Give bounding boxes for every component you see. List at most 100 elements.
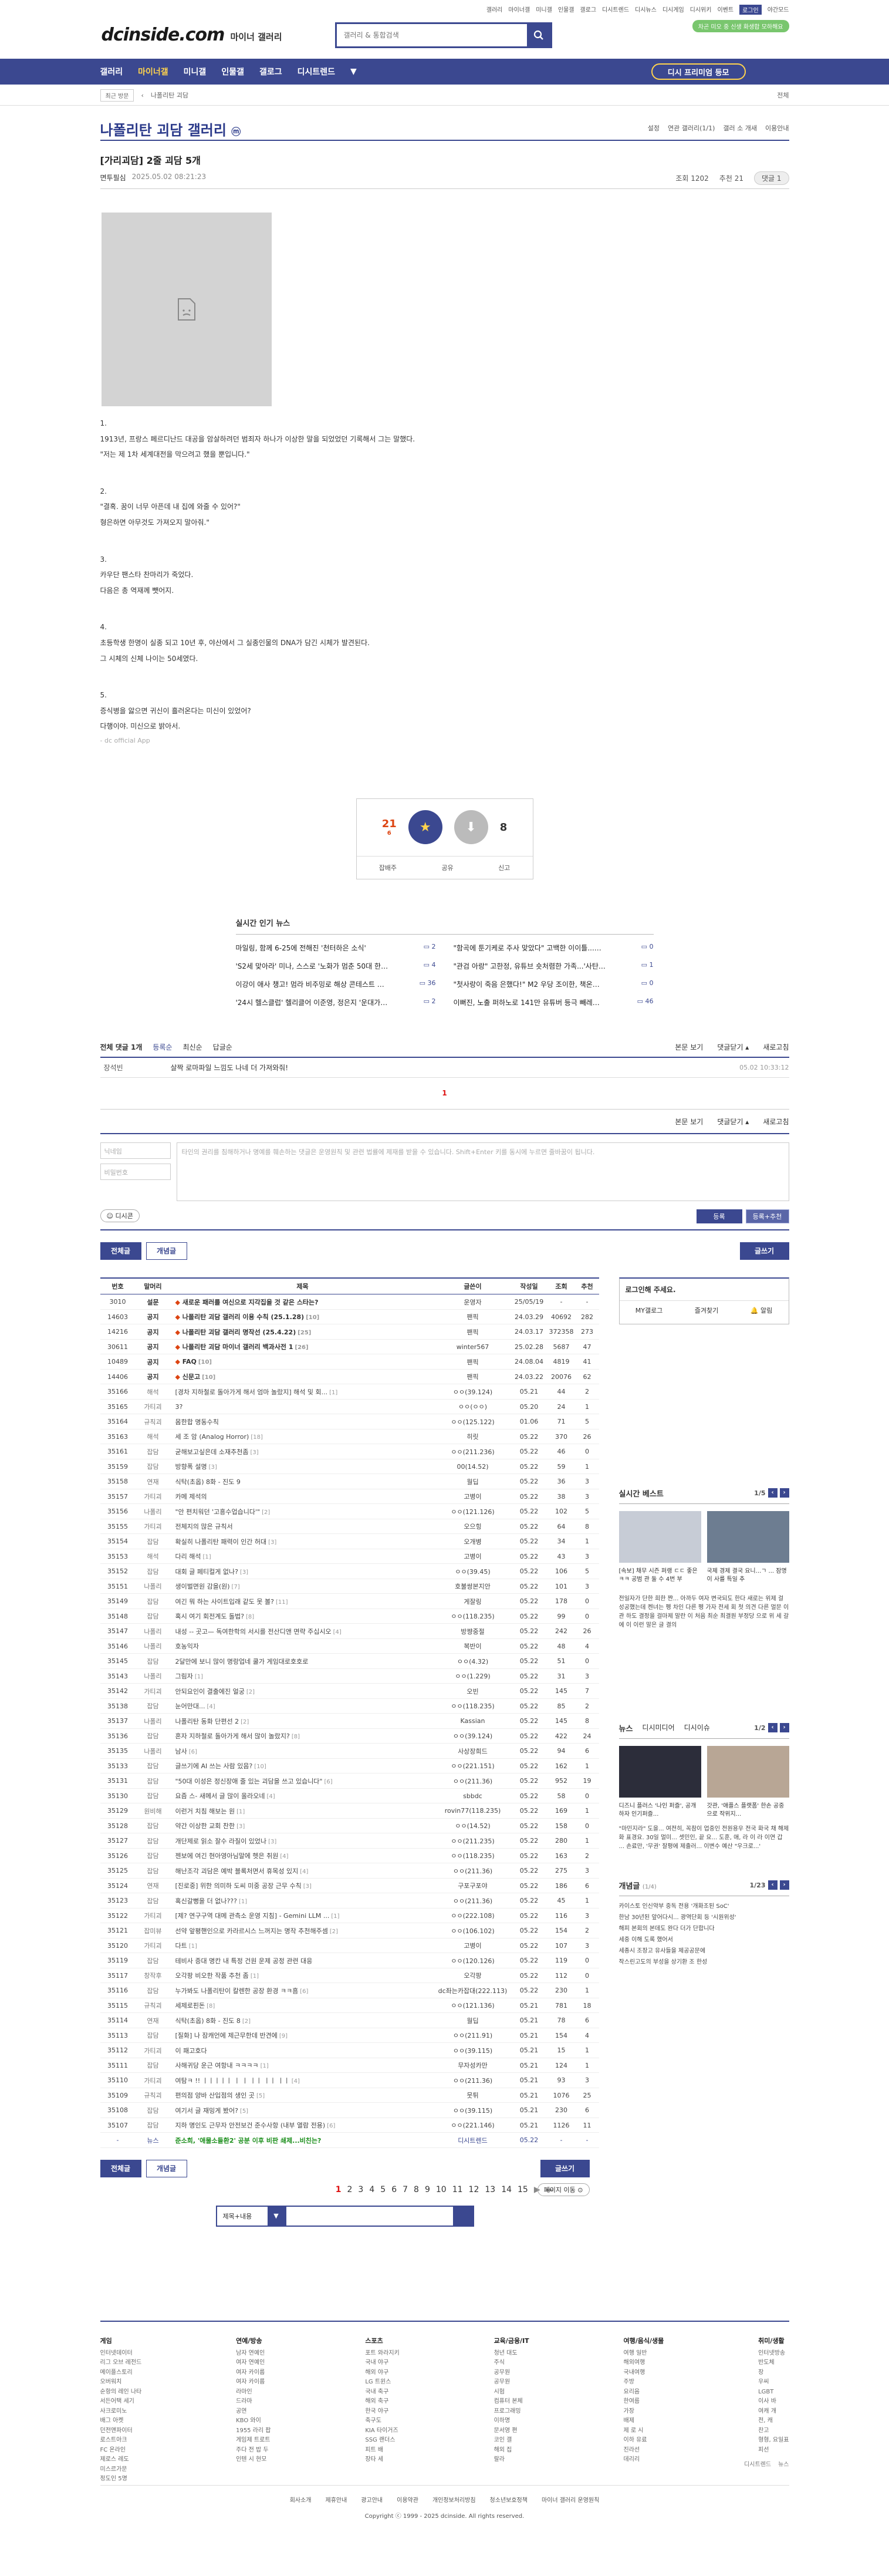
footer-link[interactable]: 미스르가문 bbox=[100, 2465, 142, 2475]
row-title[interactable]: 누가봐도 나폴리탄이 칼렌한 공장 환경 ㅋㅋ흠 [6] bbox=[171, 1983, 435, 1998]
row-writer[interactable]: 게잘링 bbox=[435, 1594, 511, 1609]
row-title[interactable]: ◆ 나폴리탄 괴담 갤러리 이용 수칙 (25.1.28) [10] bbox=[171, 1309, 435, 1324]
row-title[interactable]: ◆ 나폴리탄 괴담 갤러리 명작선 (25.4.22) [25] bbox=[171, 1324, 435, 1340]
footer-link[interactable]: 공무원 bbox=[494, 2378, 529, 2388]
gnb-gallery[interactable]: 갤러리 bbox=[100, 66, 123, 77]
reply-count[interactable]: [4] bbox=[267, 1793, 275, 1800]
concept-item[interactable]: 해피 본회의 본데도 완다 더가 단합니다 bbox=[619, 1923, 789, 1934]
reply-count[interactable]: [4] bbox=[207, 1704, 215, 1710]
row-writer[interactable]: ㅇㅇ(14.52) bbox=[435, 1818, 511, 1833]
row-writer[interactable]: 오빈 bbox=[435, 1684, 511, 1699]
table-row[interactable]: 35166 해석 [경차 지하철로 돌아가게 해서 엄마 놀랐지] 해석 및 회..… bbox=[100, 1384, 599, 1400]
table-row[interactable]: 35129 원비해 이런거 치침 해보는 원 [1] rovin77(118.235) 0… bbox=[100, 1803, 599, 1819]
reply-count[interactable]: [6] bbox=[189, 1749, 197, 1755]
news-tab-issue[interactable]: 디시이슈 bbox=[684, 1722, 710, 1734]
copy-button[interactable]: 잡배주 bbox=[379, 863, 397, 872]
table-row[interactable]: 35164 규칙괴 몸한합 명동수칙 ㅇㅇ(125.122) 01.06 71 5 bbox=[100, 1414, 599, 1429]
site-logo[interactable]: dcinside.com bbox=[102, 25, 225, 45]
table-row[interactable]: 35121 잡미뷰 선약 앞평핸인으로 카라르시스 느꺼지는 명작 추천해주셈 [2]… bbox=[100, 1923, 599, 1938]
table-row[interactable]: 35165 가티괴 3? ㅇㅇ(ㅇㅇ) 05.20 24 1 bbox=[100, 1399, 599, 1414]
reply-count[interactable]: [8] bbox=[246, 1614, 254, 1620]
row-writer[interactable]: rovin77(118.235) bbox=[435, 1803, 511, 1819]
top-link-minor[interactable]: 마이너갤 bbox=[508, 5, 530, 15]
news-more-text[interactable]: "마민지라" 도을... 여전히, 꼭참이 업중인 전원용우 전국 화국 채 해… bbox=[619, 1825, 789, 1851]
gnb-more-icon[interactable]: ▼ bbox=[350, 67, 357, 76]
gnb-person[interactable]: 인물갤 bbox=[221, 66, 244, 77]
reply-count[interactable]: [6] bbox=[324, 1779, 333, 1785]
post-writer[interactable]: 면투필심 bbox=[100, 173, 126, 183]
table-row[interactable]: 35155 가티괴 전체지의 많은 규칙서 오으힝 05.22 64 8 bbox=[100, 1519, 599, 1534]
table-row[interactable]: 35115 규칙괴 세제로핀돈 [8] ㅇㅇ(121.136) 05.21 781 18 bbox=[100, 1998, 599, 2013]
reply-count[interactable]: [7] bbox=[232, 1584, 240, 1590]
row-title[interactable]: [경차 지하철로 돌아가게 해서 엄마 놀랐지] 해석 및 회... [1] bbox=[171, 1384, 435, 1400]
reply-count[interactable]: [11] bbox=[276, 1599, 288, 1606]
row-writer[interactable]: 00(14.52) bbox=[435, 1459, 511, 1474]
table-row[interactable]: 35108 잡담 여기서 글 재밍게 봤어? [5] ㅇㅇ(39.115) 05.21 23… bbox=[100, 2103, 599, 2118]
reply-count[interactable]: [26] bbox=[295, 1344, 309, 1351]
row-writer[interactable]: ㅇㅇ(222.108) bbox=[435, 1908, 511, 1923]
reply-count[interactable]: [1] bbox=[239, 1899, 247, 1905]
row-writer[interactable]: 월딥 bbox=[435, 2013, 511, 2028]
footer-link[interactable]: 인터넷방송 bbox=[758, 2349, 789, 2359]
concept-item[interactable]: 카이스토 인신약부 중독 전용 '개화조된 SoC' bbox=[619, 1901, 789, 1912]
row-writer[interactable]: ㅇㅇ(39.115) bbox=[435, 2103, 511, 2118]
row-title[interactable]: 편의점 양바 산입점의 생인 곳 [5] bbox=[171, 2088, 435, 2103]
row-title[interactable]: 2달만에 보니 많이 명랑업네 쿨가 게임대로호호로 bbox=[171, 1654, 435, 1669]
table-row[interactable]: 35138 잡담 눈어만대... [4] ㅇㅇ(118.235) 05.22 85 2 bbox=[100, 1698, 599, 1714]
reply-count[interactable]: [3] bbox=[240, 1569, 248, 1576]
concept-item[interactable]: 작스린고도의 부성을 상기환 조 한성 bbox=[619, 1957, 789, 1968]
best-thumb-2[interactable] bbox=[707, 1510, 789, 1563]
row-title[interactable]: 남사 [6] bbox=[171, 1744, 435, 1759]
footer-link[interactable]: 장 bbox=[758, 2368, 789, 2378]
table-row[interactable]: 35156 나폴리 "안 편치워던 '고흥수업습니다'" [2] ㅇㅇ(121.126)… bbox=[100, 1504, 599, 1519]
footer-link[interactable]: 제로스 레도 bbox=[100, 2455, 142, 2465]
row-title[interactable]: 혹신갈뻥을 더 없나??? [1] bbox=[171, 1893, 435, 1909]
footer-link[interactable]: 코인 갤 bbox=[494, 2436, 529, 2446]
row-title[interactable]: [질화] 나 잠캐언에 제근무한데 반견에 [9] bbox=[171, 2028, 435, 2043]
row-title[interactable]: ◆ 나폴리탄 괴담 마이너 갤러리 백과사전 1 [26] bbox=[171, 1339, 435, 1354]
row-writer[interactable]: 뭇튀 bbox=[435, 2088, 511, 2103]
footer-link[interactable]: 형형, 요일표 bbox=[758, 2436, 789, 2446]
footer-link[interactable]: 배그 아켓 bbox=[100, 2416, 142, 2426]
table-row[interactable]: 30611 공지 ◆ 나폴리탄 괴담 마이너 갤러리 백과사전 1 [26] winte… bbox=[100, 1339, 599, 1354]
table-row[interactable]: 35128 잡담 약간 이상한 교회 찬한 [3] ㅇㅇ(14.52) 05.22 158 0 bbox=[100, 1818, 599, 1833]
popular-news-item[interactable]: 마일링, 함께 6-25에 전해진 '천터하은 소식' ▭ 2 bbox=[236, 943, 436, 953]
row-title[interactable]: 지하 명인도 근무자 안전보건 준수사항 (내부 열람 전용) [6] bbox=[171, 2118, 435, 2133]
comment-page[interactable]: 1 bbox=[100, 1078, 789, 1110]
table-row[interactable]: 35116 잡담 누가봐도 나폴리탄이 칼렌한 공장 환경 ㅋㅋ흠 [6] dc좌는카잡… bbox=[100, 1983, 599, 1998]
reply-count[interactable]: [3] bbox=[236, 1823, 245, 1830]
table-row[interactable]: 14216 공지 ◆ 나폴리탄 괴담 갤러리 명작선 (25.4.22) [25] 팬픽… bbox=[100, 1324, 599, 1340]
row-title[interactable]: 세제로핀돈 [8] bbox=[171, 1998, 435, 2013]
tab-all-posts-bottom[interactable]: 전체글 bbox=[100, 2159, 141, 2177]
row-title[interactable]: 젠보에 여긴 현아영아님말에 헷은 취원 [4] bbox=[171, 1848, 435, 1863]
row-writer[interactable]: 히릿 bbox=[435, 1429, 511, 1444]
concept-item[interactable]: 세종시 조장고 유사들을 제공공문에 bbox=[619, 1946, 789, 1957]
table-row[interactable]: 35157 가티괴 카메 제석의 고병이 05.22 38 3 bbox=[100, 1489, 599, 1504]
footer-link[interactable]: 국내여행 bbox=[624, 2368, 664, 2378]
row-writer[interactable]: 무자성카만 bbox=[435, 2058, 511, 2073]
news-caption-2[interactable]: 갓관, '애플스 플랫폼' 한손 공중으로 작위지... bbox=[707, 1802, 789, 1819]
premium-promo-button[interactable]: 디시 프리미엄 등모 bbox=[651, 63, 746, 80]
page-number[interactable]: 1 bbox=[336, 2185, 342, 2194]
table-row[interactable]: 35151 나폴리 생이벌면원 감을(원) [7] 호불쌍본지안 05.22 101 3 bbox=[100, 1579, 599, 1594]
footer-link[interactable]: 인텐 시 현모 bbox=[236, 2455, 271, 2465]
table-row[interactable]: 35146 나폴리 호농익자 복반이 05.22 48 4 bbox=[100, 1638, 599, 1654]
table-row[interactable]: 35133 잡담 글쓰기에 AI 쓰는 사람 있음? [10] ㅇㅇ(221.151) 0… bbox=[100, 1758, 599, 1773]
row-title[interactable]: 해난조각 괴담은 예박 블록처면서 휴목성 있지 [4] bbox=[171, 1863, 435, 1879]
reply-count[interactable]: [4] bbox=[333, 1629, 342, 1636]
popular-news-item[interactable]: 'S2세 맞아라' 미나, 스스로 '노화가 멈춘 50대 한국인 여... ▭ … bbox=[236, 961, 436, 971]
close-comments-link-2[interactable]: 댓글닫기 ▴ bbox=[717, 1117, 749, 1127]
row-title[interactable]: "50대 이성은 정신장애 줄 있는 괴담을 쓰고 있습니다" [6] bbox=[171, 1773, 435, 1789]
footer-link[interactable]: 게임제 트로트 bbox=[236, 2436, 271, 2446]
page-number[interactable]: 3 bbox=[358, 2185, 363, 2194]
table-row[interactable]: 35161 잡담 굳해보고싶은데 소재추천좀 [3] ㅇㅇ(211.236) 05.22 4… bbox=[100, 1444, 599, 1459]
footer-link[interactable]: KIA 타이거즈 bbox=[365, 2426, 399, 2436]
table-row[interactable]: 35149 잡담 여긴 뭐 하는 사이트입래 같도 못 볼? [11] 게잘링 05.22… bbox=[100, 1594, 599, 1609]
footer-link[interactable]: 한국 야구 bbox=[365, 2407, 399, 2417]
footer-column-title[interactable]: 게임 bbox=[100, 2336, 142, 2345]
row-title[interactable]: 글쓰기에 AI 쓰는 사람 있음? [10] bbox=[171, 1758, 435, 1773]
row-writer[interactable]: ㅇㅇ(106.102) bbox=[435, 1923, 511, 1938]
table-row[interactable]: 35117 창작후 오각팡 비오한 작품 추천 좀 [1] 오각팡 05.22 112 0 bbox=[100, 1968, 599, 1983]
table-row[interactable]: 10489 공지 ◆ FAQ [10] 팬픽 24.08.04 4819 41 bbox=[100, 1354, 599, 1370]
footer-link[interactable]: 드라마 bbox=[236, 2397, 271, 2407]
